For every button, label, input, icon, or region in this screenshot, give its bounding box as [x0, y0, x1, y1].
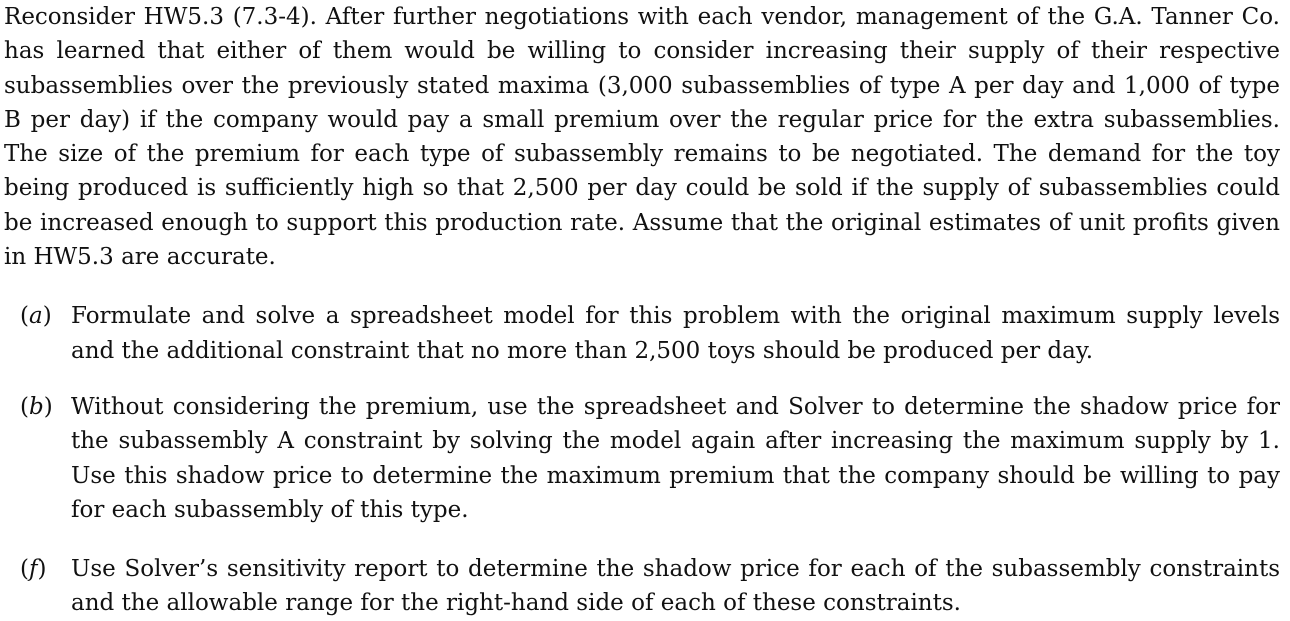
question-marker-f: (f) [20, 556, 47, 583]
question-list: (a) Formulate and solve a spreadsheet mo… [4, 299, 1280, 620]
question-text-a: Formulate and solve a spreadsheet model … [71, 303, 1280, 364]
question-marker-a: (a) [20, 303, 52, 330]
problem-document: Reconsider HW5.3 (7.3-4). After further … [4, 0, 1280, 621]
question-text-f: Use Solver’s sensitivity report to deter… [71, 556, 1280, 617]
question-text-b: Without considering the premium, use the… [71, 393, 1280, 523]
problem-intro: Reconsider HW5.3 (7.3-4). After further … [4, 4, 1280, 271]
question-item-b: (b) Without considering the premium, use… [4, 390, 1280, 527]
question-item-a: (a) Formulate and solve a spreadsheet mo… [4, 299, 1280, 368]
question-marker-b: (b) [20, 393, 53, 420]
question-item-f: (f) Use Solver’s sensitivity report to d… [4, 552, 1280, 621]
